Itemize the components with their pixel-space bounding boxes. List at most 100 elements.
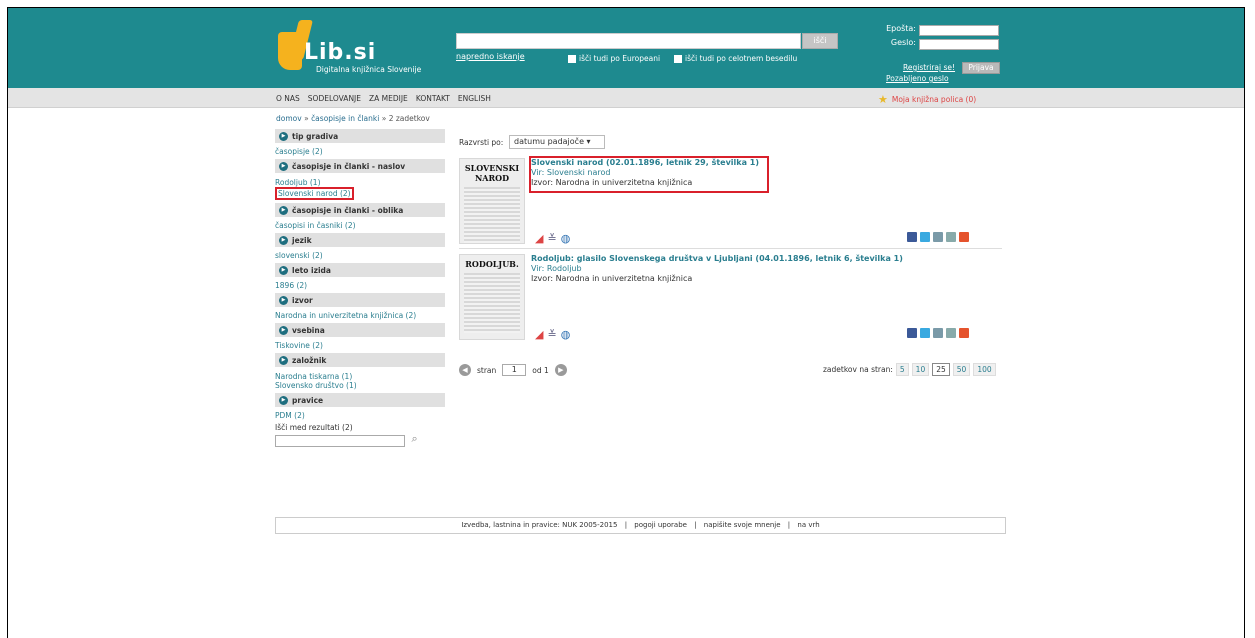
password-field[interactable] — [919, 39, 999, 50]
facet-heading-language[interactable]: ▶ jezik — [275, 233, 445, 247]
email-icon[interactable] — [933, 328, 943, 338]
result-origin: Izvor: Narodna in univerzitetna knjižnic… — [531, 274, 693, 283]
facet-value-highlighted[interactable]: Slovenski narod (2) — [275, 187, 354, 200]
result-source[interactable]: Vir: Slovenski narod — [531, 168, 610, 177]
sort-select[interactable]: datumu padajoče ▾ — [509, 135, 605, 149]
expand-icon: ▶ — [279, 265, 288, 275]
facet-value[interactable]: časopisi in časniki (2) — [275, 217, 445, 230]
site-logo[interactable]: Lib.si Digitalna knjižnica Slovenije — [276, 18, 426, 83]
per-page-option[interactable]: 50 — [952, 363, 971, 376]
facet-heading-label: časopisje in članki - oblika — [292, 205, 404, 215]
nav-item-english[interactable]: ENGLISH — [458, 94, 491, 103]
result-actions: ◢ ≚ ◍ — [535, 232, 570, 245]
fulltext-checkbox[interactable]: išči tudi po celotnem besedilu — [674, 54, 797, 63]
nav-item-cooperation[interactable]: SODELOVANJE — [308, 94, 361, 103]
facet-heading-label: jezik — [292, 235, 312, 245]
search-button[interactable]: išči — [802, 33, 838, 49]
search-within-input[interactable] — [275, 435, 405, 447]
password-label: Geslo: — [890, 38, 916, 47]
browser-page: Lib.si Digitalna knjižnica Slovenije išč… — [7, 7, 1245, 638]
checkbox-box[interactable] — [674, 54, 682, 63]
result-thumbnail[interactable]: SLOVENSKI NAROD — [459, 158, 525, 244]
next-page-icon[interactable]: ▶ — [554, 364, 567, 376]
per-page-option-selected[interactable]: 25 — [932, 363, 950, 376]
facet-heading-label: založnik — [292, 355, 327, 365]
nav-item-contact[interactable]: KONTAKT — [416, 94, 450, 103]
prev-page-icon[interactable]: ◀ — [459, 364, 471, 376]
share-buttons — [907, 232, 969, 242]
breadcrumb-section[interactable]: časopisje in članki — [311, 114, 379, 123]
facet-heading-title[interactable]: ▶ časopisje in članki - naslov — [275, 159, 445, 173]
result-thumbnail[interactable]: RODOLJUB. — [459, 254, 525, 340]
cite-icon[interactable]: ≚ — [547, 232, 556, 245]
result-source[interactable]: Vir: Rodoljub — [531, 264, 582, 273]
result-title[interactable]: Slovenski narod (02.01.1896, letnik 29, … — [531, 158, 759, 167]
breadcrumb: domov » časopisje in članki » 2 zadetkov — [276, 114, 430, 123]
result-title[interactable]: Rodoljub: glasilo Slovenskega društva v … — [531, 254, 903, 263]
advanced-search-link[interactable]: napredno iskanje — [456, 52, 525, 61]
facet-value[interactable]: Narodna tiskarna (1) — [275, 372, 445, 381]
page-input[interactable]: 1 — [502, 364, 527, 376]
breadcrumb-separator: » — [304, 114, 312, 123]
email-icon[interactable] — [933, 232, 943, 242]
facet-heading-label: izvor — [292, 295, 313, 305]
add-share-icon[interactable] — [959, 328, 969, 338]
facet-heading-year[interactable]: ▶ leto izida — [275, 263, 445, 277]
forgot-password-link[interactable]: Pozabljeno geslo — [886, 74, 949, 83]
europeana-label: išči tudi po Europeani — [579, 54, 661, 63]
facebook-icon[interactable] — [907, 328, 917, 338]
facet-value[interactable]: PDM (2) — [275, 407, 445, 420]
facet-heading-source[interactable]: ▶ izvor — [275, 293, 445, 307]
facet-value[interactable]: Tiskovine (2) — [275, 337, 445, 350]
facet-heading-form[interactable]: ▶ časopisje in članki - oblika — [275, 203, 445, 217]
thumbnail-masthead: SLOVENSKI NAROD — [464, 163, 520, 183]
result-item: SLOVENSKI NAROD Slovenski narod (02.01.1… — [459, 156, 1002, 248]
facet-value[interactable]: Rodoljub (1) — [275, 178, 445, 187]
print-icon[interactable] — [946, 328, 956, 338]
print-icon[interactable] — [946, 232, 956, 242]
search-input[interactable] — [456, 33, 801, 49]
checkbox-box[interactable] — [568, 54, 576, 63]
facet-value[interactable]: Narodna in univerzitetna knjižnica (2) — [275, 307, 445, 320]
nav-item-about[interactable]: O NAS — [276, 94, 300, 103]
twitter-icon[interactable] — [920, 328, 930, 338]
footer-separator: | — [624, 521, 628, 529]
my-shelf-link[interactable]: ★ Moja knjižna polica (0) — [878, 93, 976, 106]
search-icon[interactable]: ⌕ — [412, 432, 418, 446]
email-field[interactable] — [919, 25, 999, 36]
facet-heading-content[interactable]: ▶ vsebina — [275, 323, 445, 337]
facet-value[interactable]: časopisje (2) — [275, 143, 445, 156]
breadcrumb-home[interactable]: domov — [276, 114, 302, 123]
globe-icon[interactable]: ◍ — [561, 232, 571, 245]
nav-item-media[interactable]: ZA MEDIJE — [369, 94, 408, 103]
sort-label: Razvrsti po: — [459, 138, 504, 147]
cite-icon[interactable]: ≚ — [547, 328, 556, 341]
per-page-option[interactable]: 5 — [895, 363, 909, 376]
breadcrumb-count: 2 zadetkov — [388, 114, 430, 123]
facet-heading-publisher[interactable]: ▶ založnik — [275, 353, 445, 367]
footer-terms-link[interactable]: pogoji uporabe — [634, 521, 687, 529]
pdf-icon[interactable]: ◢ — [535, 328, 543, 341]
facebook-icon[interactable] — [907, 232, 917, 242]
per-page-option[interactable]: 10 — [911, 363, 930, 376]
result-item: RODOLJUB. Rodoljub: glasilo Slovenskega … — [459, 252, 1002, 344]
facet-heading-material-type[interactable]: ▶ tip gradiva — [275, 129, 445, 143]
footer-top-link[interactable]: na vrh — [797, 521, 819, 529]
facet-value[interactable]: 1896 (2) — [275, 277, 445, 290]
pdf-icon[interactable]: ◢ — [535, 232, 543, 245]
facet-value[interactable]: Slovensko društvo (1) — [275, 381, 445, 390]
login-button[interactable]: Prijava — [962, 62, 1000, 74]
register-link[interactable]: Registriraj se! — [903, 63, 955, 72]
facet-heading-rights[interactable]: ▶ pravice — [275, 393, 445, 407]
twitter-icon[interactable] — [920, 232, 930, 242]
expand-icon: ▶ — [279, 395, 288, 405]
expand-icon: ▶ — [279, 325, 288, 335]
footer-feedback-link[interactable]: napišite svoje mnenje — [704, 521, 781, 529]
globe-icon[interactable]: ◍ — [561, 328, 571, 341]
per-page-option[interactable]: 100 — [973, 363, 996, 376]
add-share-icon[interactable] — [959, 232, 969, 242]
fulltext-label: išči tudi po celotnem besedilu — [685, 54, 798, 63]
europeana-checkbox[interactable]: išči tudi po Europeani — [568, 54, 660, 63]
email-label: Epošta: — [886, 24, 916, 33]
facet-value[interactable]: slovenski (2) — [275, 247, 445, 260]
